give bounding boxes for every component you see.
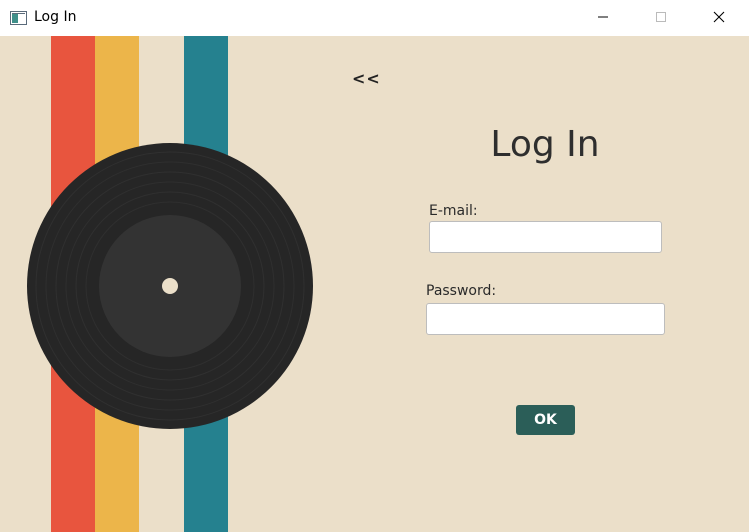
maximize-icon — [655, 8, 667, 27]
retro-artwork — [0, 36, 340, 532]
minimize-icon — [597, 8, 609, 27]
vinyl-record-icon — [27, 143, 313, 429]
close-icon — [713, 8, 725, 27]
app-icon — [10, 10, 27, 25]
maximize-button[interactable] — [638, 0, 684, 34]
back-button[interactable]: << — [352, 69, 381, 88]
password-field[interactable] — [426, 303, 665, 335]
window-title: Log In — [34, 9, 77, 25]
page-title: Log In — [490, 124, 600, 165]
minimize-button[interactable] — [580, 0, 626, 34]
email-label: E-mail: — [429, 203, 478, 219]
password-label: Password: — [426, 283, 497, 299]
ok-button[interactable]: OK — [516, 405, 575, 435]
window-titlebar: Log In — [0, 0, 749, 36]
window-body: << Log In E-mail: Password: OK — [0, 36, 749, 532]
close-button[interactable] — [696, 0, 742, 34]
email-field[interactable] — [429, 221, 662, 253]
